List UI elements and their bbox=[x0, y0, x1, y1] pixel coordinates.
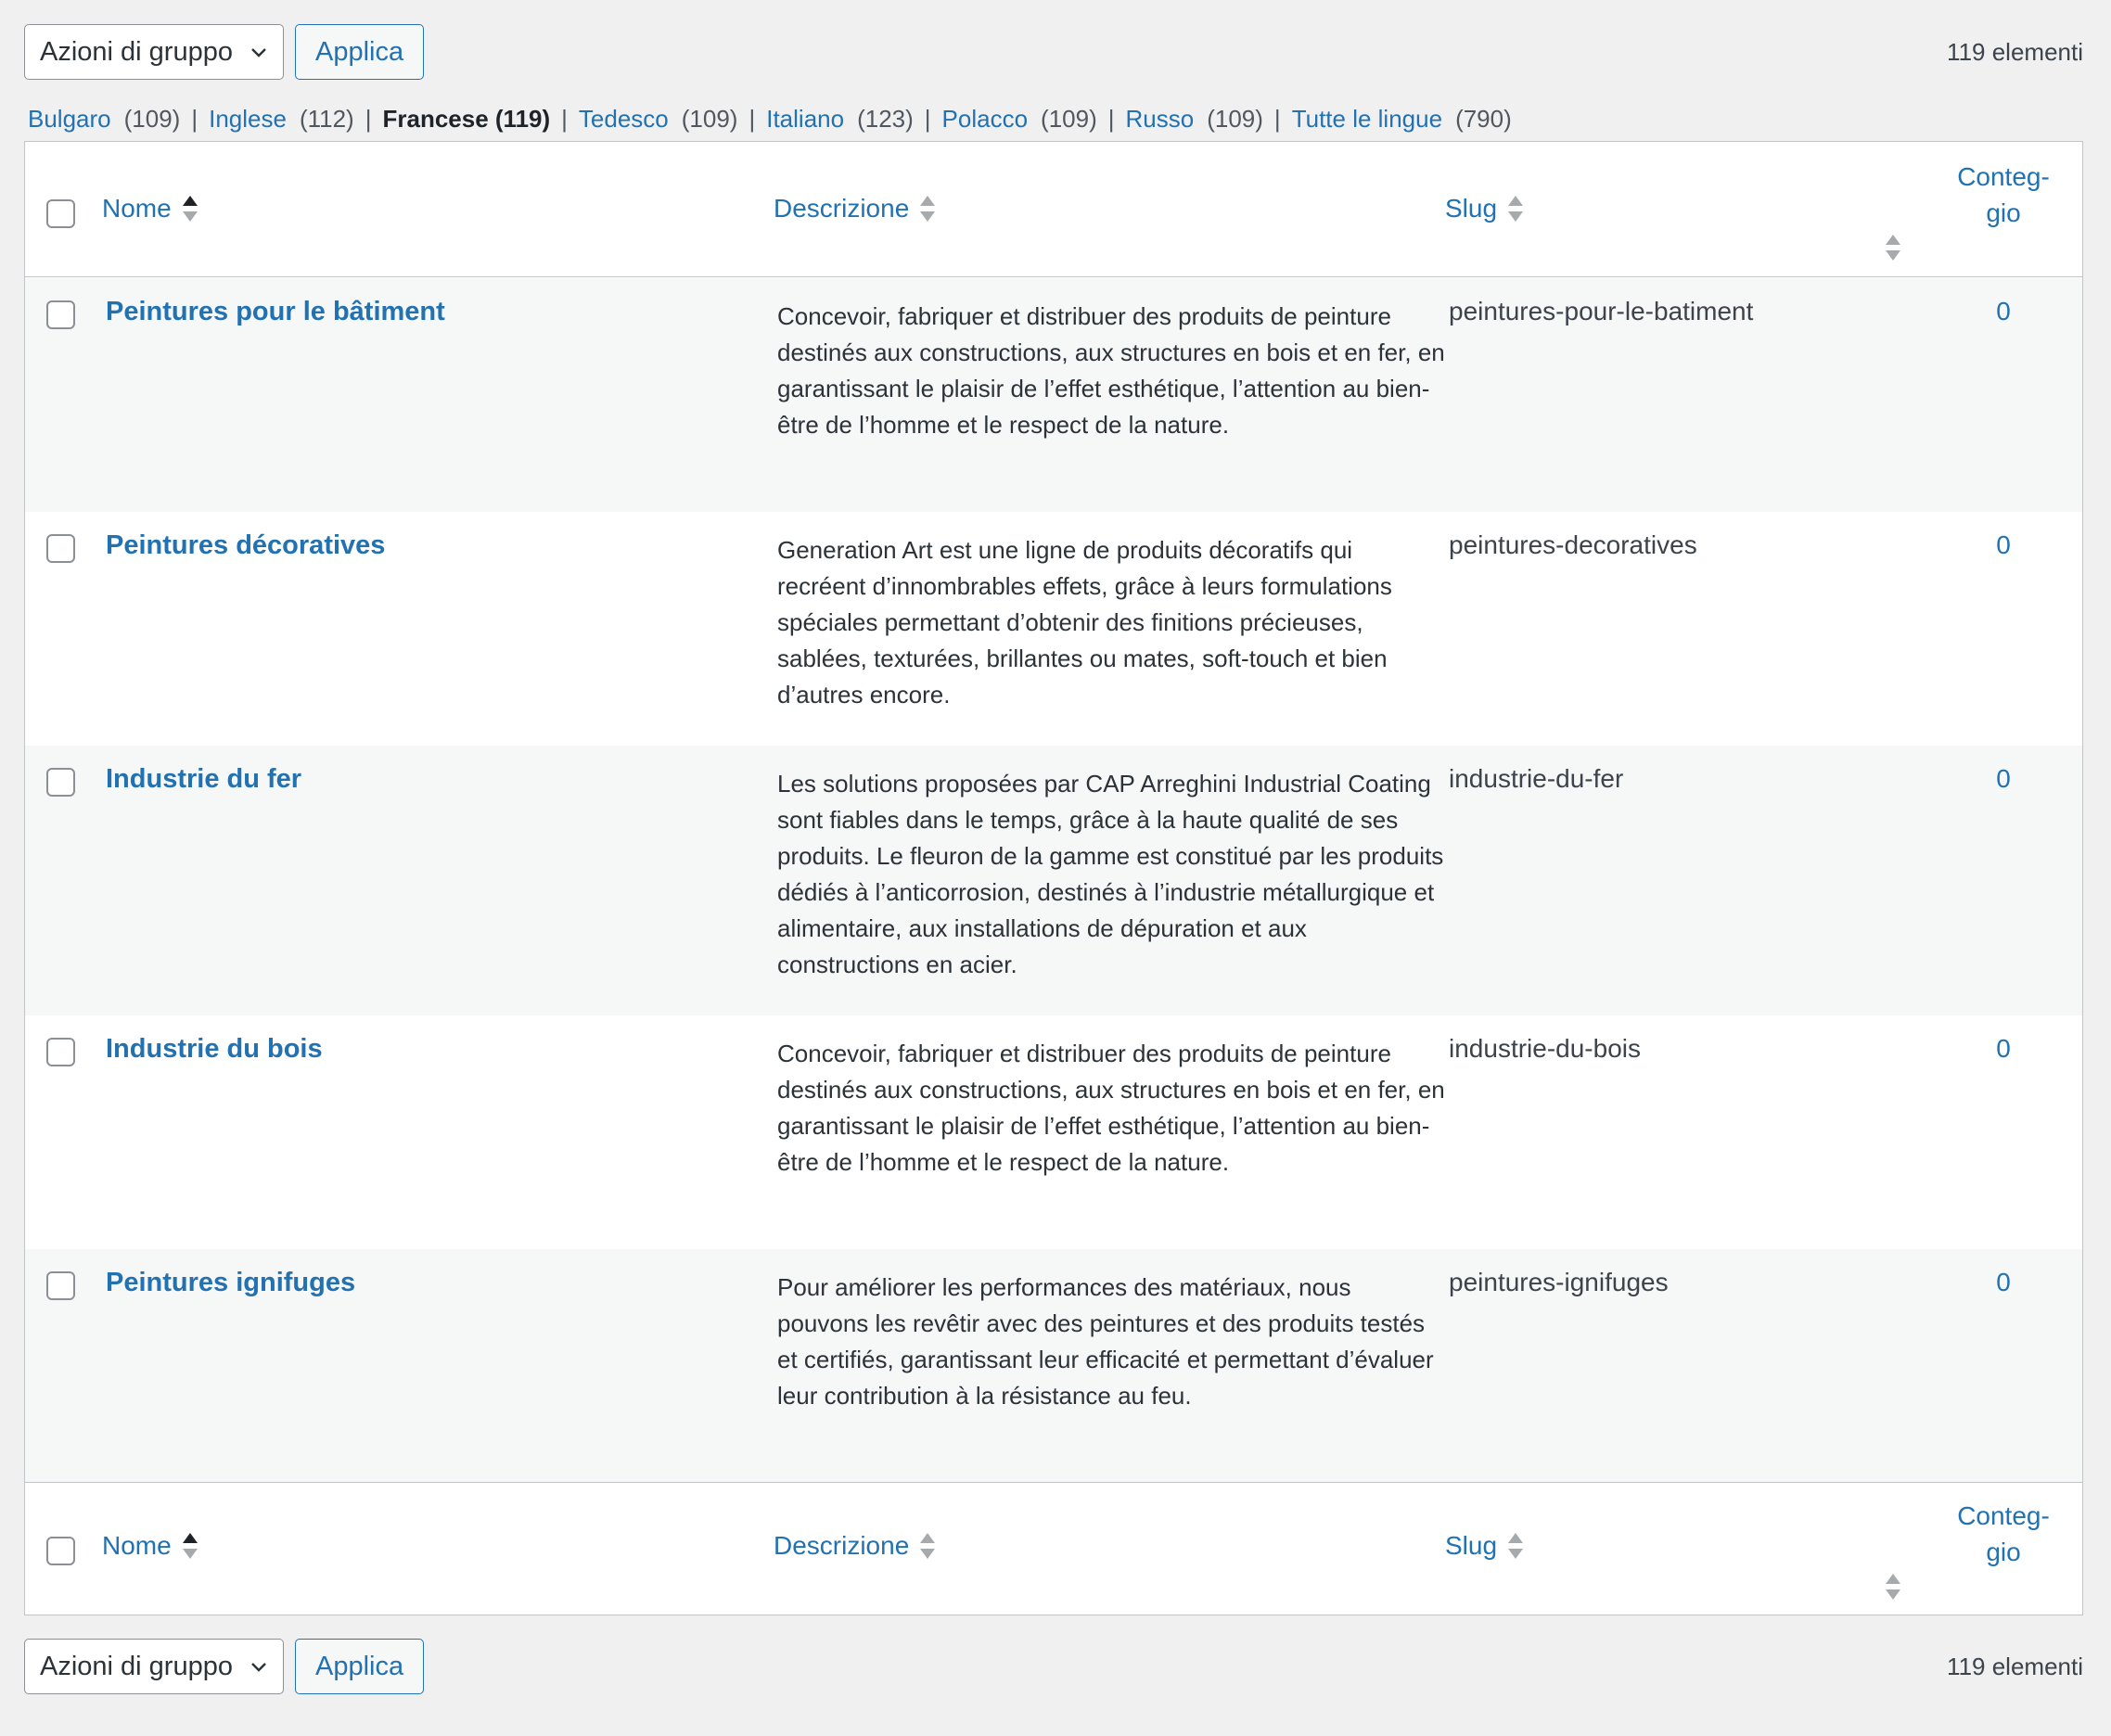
term-name-link[interactable]: Peintures pour le bâtiment bbox=[106, 297, 445, 327]
separator: | bbox=[1273, 104, 1281, 133]
column-header-count[interactable]: Conteg- gio bbox=[1886, 159, 2073, 262]
column-slug-label: Slug bbox=[1445, 194, 1498, 223]
sort-icon bbox=[920, 194, 936, 223]
language-count: (112) bbox=[299, 104, 354, 133]
table-row: Peintures pour le bâtiment Concevoir, fa… bbox=[25, 278, 2082, 512]
items-count: 119 elementi bbox=[1947, 37, 2083, 66]
separator: | bbox=[191, 104, 198, 133]
separator: | bbox=[924, 104, 931, 133]
term-name-link[interactable]: Peintures décoratives bbox=[106, 530, 385, 561]
table-row: Peintures ignifuges Pour améliorer les p… bbox=[25, 1249, 2082, 1484]
terms-list-page: Azioni di gruppo Applica 119 elementi Bu… bbox=[0, 0, 2111, 1736]
chevron-down-icon bbox=[251, 48, 266, 57]
column-description-label: Descrizione bbox=[774, 194, 910, 223]
sort-icon bbox=[182, 194, 198, 223]
column-count-label-line2: gio bbox=[1986, 1538, 2021, 1566]
term-slug: peintures-ignifuges bbox=[1449, 1268, 1669, 1296]
column-slug-label: Slug bbox=[1445, 1531, 1498, 1560]
language-current-francese: Francese (119) bbox=[382, 104, 551, 133]
column-footer-slug[interactable]: Slug bbox=[1445, 1531, 1524, 1561]
term-description: Concevoir, fabriquer et distribuer des p… bbox=[777, 1040, 1445, 1176]
language-link-polacco[interactable]: Polacco bbox=[942, 105, 1029, 134]
row-checkbox[interactable] bbox=[46, 1271, 75, 1300]
term-slug: industrie-du-bois bbox=[1449, 1034, 1641, 1063]
term-description: Les solutions proposées par CAP Arreghin… bbox=[777, 770, 1444, 978]
term-description: Pour améliorer les performances des maté… bbox=[777, 1273, 1434, 1410]
sort-icon bbox=[920, 1531, 936, 1561]
select-all-checkbox[interactable] bbox=[46, 1537, 75, 1565]
term-slug: peintures-pour-le-batiment bbox=[1449, 297, 1754, 326]
column-footer-name[interactable]: Nome bbox=[102, 1531, 198, 1561]
apply-button[interactable]: Applica bbox=[295, 1639, 425, 1694]
column-name-label: Nome bbox=[102, 1531, 172, 1560]
term-description: Concevoir, fabriquer et distribuer des p… bbox=[777, 302, 1445, 439]
term-count-link[interactable]: 0 bbox=[1976, 1268, 2031, 1297]
sort-icon bbox=[182, 1531, 198, 1561]
table-header: Nome Descrizione Slug Conteg- gio bbox=[25, 142, 2082, 277]
language-count: (109) bbox=[123, 104, 181, 133]
column-footer-count[interactable]: Conteg- gio bbox=[1886, 1498, 2073, 1602]
column-description-label: Descrizione bbox=[774, 1531, 910, 1560]
language-count: (109) bbox=[1207, 104, 1263, 133]
term-name-link[interactable]: Industrie du bois bbox=[106, 1034, 323, 1065]
term-count-link[interactable]: 0 bbox=[1976, 1034, 2031, 1064]
sort-icon bbox=[1886, 233, 1900, 262]
sort-icon bbox=[1508, 1531, 1524, 1561]
language-count: (109) bbox=[1041, 104, 1097, 133]
separator: | bbox=[561, 104, 568, 133]
sort-icon bbox=[1886, 1572, 1900, 1602]
language-link-all[interactable]: Tutte le lingue bbox=[1292, 105, 1442, 134]
tablenav-top: Azioni di gruppo Applica 119 elementi bbox=[24, 22, 2083, 82]
table-row: Industrie du fer Les solutions proposées… bbox=[25, 746, 2082, 1015]
term-name-link[interactable]: Peintures ignifuges bbox=[106, 1268, 355, 1298]
language-link-russo[interactable]: Russo bbox=[1126, 105, 1195, 134]
term-count-link[interactable]: 0 bbox=[1976, 297, 2031, 326]
term-name-link[interactable]: Industrie du fer bbox=[106, 764, 301, 795]
column-count-label-line1: Conteg- bbox=[1957, 1501, 2050, 1530]
language-count: (790) bbox=[1455, 104, 1512, 133]
row-checkbox[interactable] bbox=[46, 300, 75, 329]
terms-table: Nome Descrizione Slug Conteg- gio Peintu… bbox=[24, 141, 2083, 1615]
bulk-actions-select[interactable]: Azioni di gruppo bbox=[24, 24, 284, 80]
row-checkbox[interactable] bbox=[46, 1038, 75, 1066]
separator: | bbox=[1107, 104, 1115, 133]
column-name-label: Nome bbox=[102, 194, 172, 223]
row-checkbox[interactable] bbox=[46, 534, 75, 563]
tablenav-bottom: Azioni di gruppo Applica 119 elementi bbox=[24, 1637, 2083, 1696]
table-row: Industrie du bois Concevoir, fabriquer e… bbox=[25, 1015, 2082, 1249]
language-link-inglese[interactable]: Inglese bbox=[209, 105, 287, 134]
separator: | bbox=[365, 104, 372, 133]
select-all-checkbox[interactable] bbox=[46, 199, 75, 228]
column-header-description[interactable]: Descrizione bbox=[774, 194, 936, 223]
term-description: Generation Art est une ligne de produits… bbox=[777, 536, 1392, 708]
chevron-down-icon bbox=[251, 1663, 266, 1672]
language-count: (123) bbox=[857, 104, 914, 133]
table-footer: Nome Descrizione Slug Conteg- gio bbox=[25, 1482, 2082, 1615]
column-footer-description[interactable]: Descrizione bbox=[774, 1531, 936, 1561]
term-count-link[interactable]: 0 bbox=[1976, 764, 2031, 794]
language-filter: Bulgaro (109) | Inglese (112) | Francese… bbox=[28, 102, 1512, 135]
column-count-label-line1: Conteg- bbox=[1957, 162, 2050, 191]
term-slug: peintures-decoratives bbox=[1449, 530, 1697, 559]
term-count-link[interactable]: 0 bbox=[1976, 530, 2031, 560]
column-header-slug[interactable]: Slug bbox=[1445, 194, 1524, 223]
language-count: (109) bbox=[681, 104, 738, 133]
term-slug: industrie-du-fer bbox=[1449, 764, 1624, 793]
table-row: Peintures décoratives Generation Art est… bbox=[25, 512, 2082, 746]
sort-icon bbox=[1508, 194, 1524, 223]
language-link-tedesco[interactable]: Tedesco bbox=[579, 105, 669, 134]
column-count-label-line2: gio bbox=[1986, 198, 2021, 227]
language-link-italiano[interactable]: Italiano bbox=[766, 105, 844, 134]
bulk-actions-label: Azioni di gruppo bbox=[40, 1651, 233, 1681]
bulk-actions-select[interactable]: Azioni di gruppo bbox=[24, 1639, 284, 1694]
bulk-actions-label: Azioni di gruppo bbox=[40, 36, 233, 67]
apply-button[interactable]: Applica bbox=[295, 24, 425, 80]
column-header-name[interactable]: Nome bbox=[102, 194, 198, 223]
items-count: 119 elementi bbox=[1947, 1652, 2083, 1680]
row-checkbox[interactable] bbox=[46, 768, 75, 797]
separator: | bbox=[748, 104, 756, 133]
language-link-bulgaro[interactable]: Bulgaro bbox=[28, 105, 111, 134]
